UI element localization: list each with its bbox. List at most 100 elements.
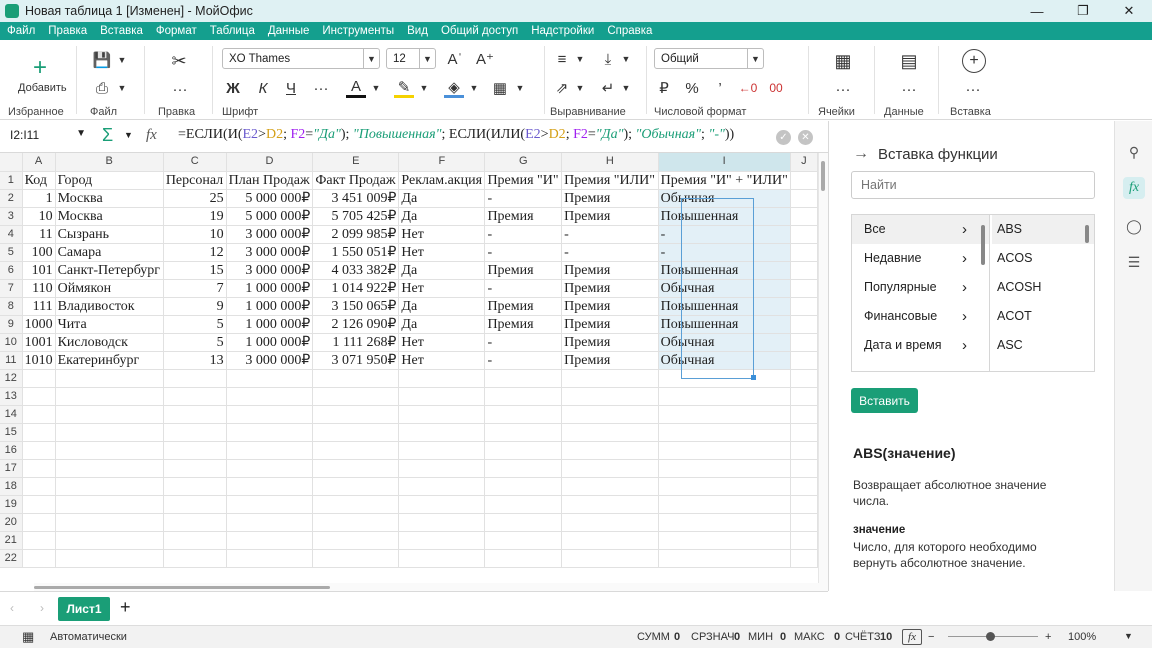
cell[interactable] bbox=[398, 477, 486, 496]
cell[interactable]: 1 550 051₽ bbox=[312, 243, 400, 262]
row-header[interactable]: 1 bbox=[0, 171, 23, 190]
chevron-down-icon[interactable]: ▼ bbox=[574, 80, 586, 96]
row-header[interactable]: 6 bbox=[0, 261, 23, 280]
cell[interactable] bbox=[55, 423, 164, 442]
table-icon[interactable]: ▤ bbox=[898, 50, 920, 72]
chevron-down-icon[interactable]: ▼ bbox=[514, 80, 526, 96]
calc-mode-icon[interactable]: ▦ bbox=[22, 629, 34, 645]
cell[interactable]: Да bbox=[398, 315, 486, 334]
cell[interactable] bbox=[226, 369, 314, 388]
cell[interactable] bbox=[55, 369, 164, 388]
align-left-icon[interactable]: ≡ bbox=[552, 49, 572, 69]
cell[interactable] bbox=[312, 549, 400, 568]
cell[interactable]: - bbox=[658, 225, 791, 244]
cell[interactable] bbox=[561, 513, 659, 532]
more-icon[interactable]: ··· bbox=[964, 81, 982, 98]
cell[interactable] bbox=[790, 297, 818, 316]
cell[interactable]: Да bbox=[398, 261, 486, 280]
category-item[interactable]: Популярные › bbox=[852, 273, 989, 302]
cell[interactable]: 25 bbox=[163, 189, 227, 208]
cell[interactable] bbox=[790, 351, 818, 370]
cell[interactable] bbox=[790, 189, 818, 208]
cell[interactable] bbox=[22, 531, 56, 550]
cell[interactable] bbox=[561, 369, 659, 388]
row-header[interactable]: 11 bbox=[0, 351, 23, 370]
cell[interactable]: Повышенная bbox=[658, 315, 791, 334]
number-format-select[interactable]: Общий ▼ bbox=[654, 48, 764, 69]
sheet-tab[interactable]: Лист1 bbox=[58, 597, 110, 621]
cell[interactable] bbox=[790, 171, 818, 190]
category-item[interactable]: Все › bbox=[852, 215, 989, 244]
cell[interactable]: 5 bbox=[163, 333, 227, 352]
cell[interactable]: Москва bbox=[55, 189, 164, 208]
menu-item[interactable]: Общий доступ bbox=[434, 25, 524, 37]
cell[interactable] bbox=[398, 495, 486, 514]
cell[interactable] bbox=[790, 279, 818, 298]
cell[interactable]: 1 111 268₽ bbox=[312, 333, 400, 352]
chevron-down-icon[interactable]: ▼ bbox=[620, 80, 632, 96]
cell[interactable]: 12 bbox=[163, 243, 227, 262]
cell[interactable]: 1 000 000₽ bbox=[226, 297, 314, 316]
decrease-font-icon[interactable]: A⁺ bbox=[474, 49, 496, 69]
cell[interactable]: Обычная bbox=[658, 333, 791, 352]
cell[interactable] bbox=[561, 387, 659, 406]
function-item[interactable]: ACOT bbox=[992, 302, 1094, 331]
chevron-down-icon[interactable]: ▼ bbox=[116, 80, 128, 96]
cell[interactable]: 5 705 425₽ bbox=[312, 207, 400, 226]
cell[interactable] bbox=[398, 513, 486, 532]
category-item[interactable]: Дата и время › bbox=[852, 331, 989, 360]
spreadsheet-grid[interactable]: A B C D E F G H I J 1 Код Город Персонал План Продаж Фа… bbox=[0, 153, 818, 583]
category-item[interactable]: Финансовые › bbox=[852, 302, 989, 331]
name-box[interactable]: I2:I11 ▼ bbox=[10, 128, 86, 142]
cell[interactable] bbox=[55, 495, 164, 514]
cell[interactable]: - bbox=[561, 243, 659, 262]
cell[interactable]: - bbox=[561, 225, 659, 244]
cell[interactable] bbox=[22, 549, 56, 568]
zoom-in-icon[interactable]: + bbox=[1045, 631, 1051, 643]
font-color-icon[interactable]: A bbox=[346, 78, 366, 98]
next-sheet-icon[interactable]: › bbox=[40, 601, 44, 615]
select-all-corner[interactable] bbox=[0, 153, 23, 172]
row-header[interactable]: 21 bbox=[0, 531, 23, 550]
cell[interactable] bbox=[163, 549, 227, 568]
menu-item[interactable]: Инструменты bbox=[315, 25, 400, 37]
cell[interactable]: Премия bbox=[484, 297, 563, 316]
category-scroll-thumb[interactable] bbox=[981, 225, 985, 265]
scissors-icon[interactable]: ✂ bbox=[168, 50, 190, 72]
row-header[interactable]: 13 bbox=[0, 387, 23, 406]
cell[interactable] bbox=[658, 441, 791, 460]
cell[interactable]: Повышенная bbox=[658, 207, 791, 226]
cell[interactable]: Сызрань bbox=[55, 225, 164, 244]
cell[interactable] bbox=[561, 531, 659, 550]
cell[interactable]: 10 bbox=[163, 225, 227, 244]
chevron-down-icon[interactable]: ▼ bbox=[116, 52, 128, 68]
cell[interactable] bbox=[312, 387, 400, 406]
cell[interactable] bbox=[22, 459, 56, 478]
cell[interactable] bbox=[163, 423, 227, 442]
cell[interactable] bbox=[790, 333, 818, 352]
cell[interactable]: 1 014 922₽ bbox=[312, 279, 400, 298]
chevron-down-icon[interactable]: ▼ bbox=[76, 128, 86, 139]
chevron-down-icon[interactable]: ▼ bbox=[1124, 631, 1133, 641]
font-name-select[interactable]: XO Thames ▼ bbox=[222, 48, 380, 69]
menu-item[interactable]: Данные bbox=[261, 25, 316, 37]
cell[interactable] bbox=[55, 441, 164, 460]
cell[interactable] bbox=[484, 459, 563, 478]
increase-decimal-icon[interactable]: 00 bbox=[764, 78, 788, 98]
cell[interactable] bbox=[398, 369, 486, 388]
cell[interactable] bbox=[226, 423, 314, 442]
checklist-icon[interactable]: ☰ bbox=[1123, 251, 1145, 273]
cell[interactable] bbox=[55, 405, 164, 424]
cell[interactable]: 9 bbox=[163, 297, 227, 316]
cell[interactable] bbox=[312, 405, 400, 424]
menu-item[interactable]: Надстройки bbox=[524, 25, 600, 37]
row-header[interactable]: 3 bbox=[0, 207, 23, 226]
cell[interactable]: 1 000 000₽ bbox=[226, 279, 314, 298]
cell[interactable] bbox=[790, 459, 818, 478]
cell[interactable]: Премия bbox=[484, 207, 563, 226]
increase-font-icon[interactable]: Aˈ bbox=[444, 49, 466, 69]
minimize-icon[interactable]: — bbox=[1014, 0, 1060, 22]
insert-function-button[interactable]: Вставить bbox=[851, 388, 918, 413]
cell[interactable] bbox=[561, 459, 659, 478]
cell[interactable]: - bbox=[658, 243, 791, 262]
